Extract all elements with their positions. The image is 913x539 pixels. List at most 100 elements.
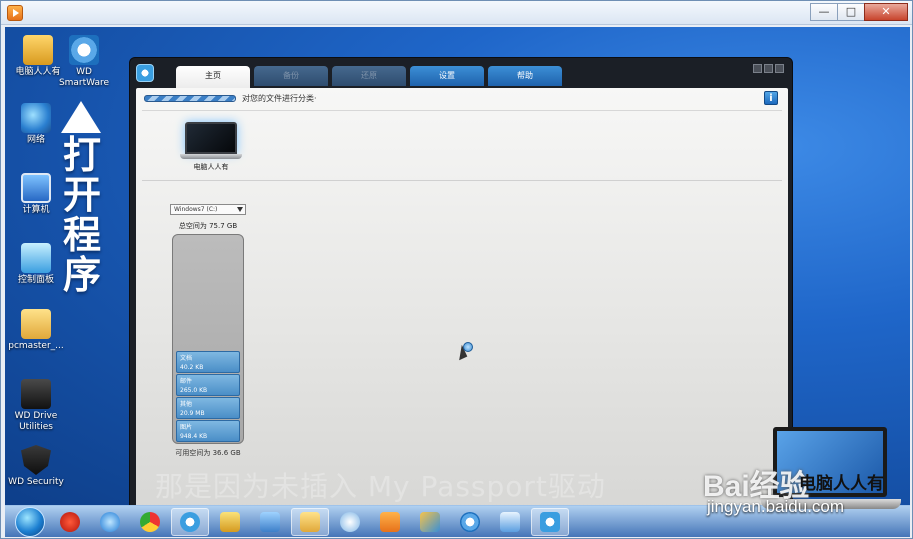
wd-smartware-window: 主页 备份 还原 设置 帮助 对您的文件进行分类· i 电脑人人有 Window…	[129, 57, 793, 505]
taskbar-app[interactable]	[331, 508, 369, 536]
device-name: 电脑人人有	[193, 163, 229, 171]
category-documents[interactable]: 文档 40.2 KB	[176, 351, 240, 373]
app-window-controls	[753, 64, 784, 73]
desktop-icon-wd-security[interactable]: WD Security	[5, 445, 67, 488]
computer-monitor-icon	[21, 173, 51, 203]
tab-backup[interactable]: 备份	[254, 66, 328, 86]
watermark-url: jingyan.baidu.com	[707, 497, 845, 516]
category-size: 20.9 MB	[180, 410, 205, 417]
desktop-icon-label: 计算机	[22, 205, 50, 215]
user-folder-icon	[23, 35, 53, 65]
close-button[interactable]: ✕	[864, 3, 908, 21]
category-pictures[interactable]: 图片 948.4 KB	[176, 420, 240, 442]
baidu-watermark: Bai经验 电脑人人有 jingyan.baidu.com	[703, 427, 913, 521]
category-other[interactable]: 其他 20.9 MB	[176, 397, 240, 419]
taskbar-app[interactable]	[131, 508, 169, 536]
player-titlebar[interactable]: — □ ✕	[1, 1, 912, 25]
desktop-icon-label: WD Drive Utilities	[14, 411, 58, 432]
desktop-icon-label: WD SmartWare	[58, 67, 110, 88]
desktop-icon-control-panel[interactable]: 控制面板	[5, 243, 67, 286]
player-app-icon	[7, 5, 23, 21]
wd-app-icon	[180, 511, 200, 532]
busy-indicator-icon	[463, 342, 473, 352]
taskbar-app[interactable]	[291, 507, 329, 536]
desktop-icon-wd-smartware[interactable]: WD SmartWare	[53, 35, 115, 89]
taskbar-app[interactable]	[211, 508, 249, 536]
category-size: 40.2 KB	[180, 364, 204, 371]
category-size: 265.0 KB	[180, 387, 208, 394]
folder-icon	[21, 309, 51, 339]
laptop-icon	[185, 122, 237, 154]
taskbar-app[interactable]	[451, 508, 489, 536]
desktop-icon-label: 网络	[26, 135, 45, 145]
capacity-gauge: 文档 40.2 KB 邮件 265.0 KB 其他 20.9 MB 图片 948…	[172, 234, 244, 444]
taskbar-app[interactable]	[251, 508, 289, 536]
desktop-icon-label: 控制面板	[17, 275, 54, 285]
utility-icon	[500, 511, 520, 532]
status-text: 对您的文件进行分类·	[242, 94, 317, 103]
tab-help[interactable]: 帮助	[488, 66, 562, 86]
taskbar-app[interactable]	[411, 508, 449, 536]
drive-select[interactable]: Windows7 (C:)	[170, 204, 246, 215]
laptop-base	[180, 154, 242, 159]
chrome-icon	[140, 511, 160, 532]
free-space-label: 可用空间为 36.6 GB	[175, 449, 241, 457]
taskbar-app[interactable]	[491, 508, 529, 536]
category-name: 其他	[180, 401, 193, 408]
wd-security-shield-icon	[21, 445, 51, 475]
taskbar-app[interactable]	[51, 508, 89, 536]
wd-drive-icon	[21, 379, 51, 409]
tab-restore[interactable]: 还原	[332, 66, 406, 86]
desktop-icon-pcmaster[interactable]: pcmaster_...	[5, 309, 67, 352]
desktop-icon-network[interactable]: 网络	[5, 103, 67, 146]
player-window: — □ ✕ 电脑人人有 WD SmartWare 网络 计算机 控制面板 pcm…	[0, 0, 913, 539]
categorize-progress-bar	[144, 95, 236, 102]
taskbar-app[interactable]	[91, 508, 129, 536]
desktop-icon-computer[interactable]: 计算机	[5, 173, 67, 216]
notes-icon	[220, 511, 240, 532]
wd-active-icon	[540, 511, 560, 532]
home-panel: 对您的文件进行分类· i 电脑人人有 Windows7 (C:) 总空间为 75…	[136, 88, 788, 505]
category-name: 图片	[180, 424, 193, 431]
minimize-button[interactable]: —	[810, 3, 838, 21]
overlay-caption: 那是因为未插入 My Passport驱动	[155, 470, 606, 503]
maximize-button[interactable]: □	[837, 3, 865, 21]
app-close-button[interactable]	[775, 64, 784, 73]
drive-select-value: Windows7 (C:)	[174, 206, 218, 213]
internet-explorer-icon	[100, 511, 120, 532]
app-minimize-button[interactable]	[753, 64, 762, 73]
chess-app-icon	[60, 511, 80, 532]
window-controls: — □ ✕	[810, 3, 908, 21]
tab-settings[interactable]: 设置	[410, 66, 484, 86]
app-tabs: 主页 备份 还原 设置 帮助	[176, 66, 562, 88]
taskbar-app[interactable]	[531, 507, 569, 536]
taskbar-app[interactable]	[371, 508, 409, 536]
category-name: 邮件	[180, 378, 193, 385]
tab-home[interactable]: 主页	[176, 66, 250, 88]
taskbar-app[interactable]	[171, 507, 209, 536]
desktop-icon-label: pcmaster_...	[8, 341, 64, 351]
category-name: 文档	[180, 355, 193, 362]
wd-logo-icon	[136, 64, 154, 82]
media-player-icon	[380, 511, 400, 532]
desktop-icon-label: WD Security	[8, 477, 64, 487]
category-mail[interactable]: 邮件 265.0 KB	[176, 374, 240, 396]
app-maximize-button[interactable]	[764, 64, 773, 73]
flower-app-icon	[340, 511, 360, 532]
watermark-text: 电脑人人有	[799, 474, 884, 494]
open-program-annotation: 打开程序	[62, 132, 101, 297]
network-globe-icon	[21, 103, 51, 133]
paint-icon	[420, 511, 440, 532]
info-button[interactable]: i	[764, 91, 778, 105]
computer-device[interactable]: 电脑人人有	[178, 122, 244, 172]
wd-smartware-taskbar-icon	[460, 511, 480, 532]
chevron-down-icon	[237, 207, 243, 212]
desktop-icon-wd-drive-utilities[interactable]: WD Drive Utilities	[5, 379, 67, 433]
category-size: 948.4 KB	[180, 433, 208, 440]
divider	[142, 180, 782, 181]
up-arrow-annotation-icon	[61, 101, 101, 133]
wd-smartware-icon	[69, 35, 99, 65]
start-button[interactable]	[15, 506, 45, 537]
file-explorer-icon	[300, 511, 320, 532]
control-panel-icon	[21, 243, 51, 273]
